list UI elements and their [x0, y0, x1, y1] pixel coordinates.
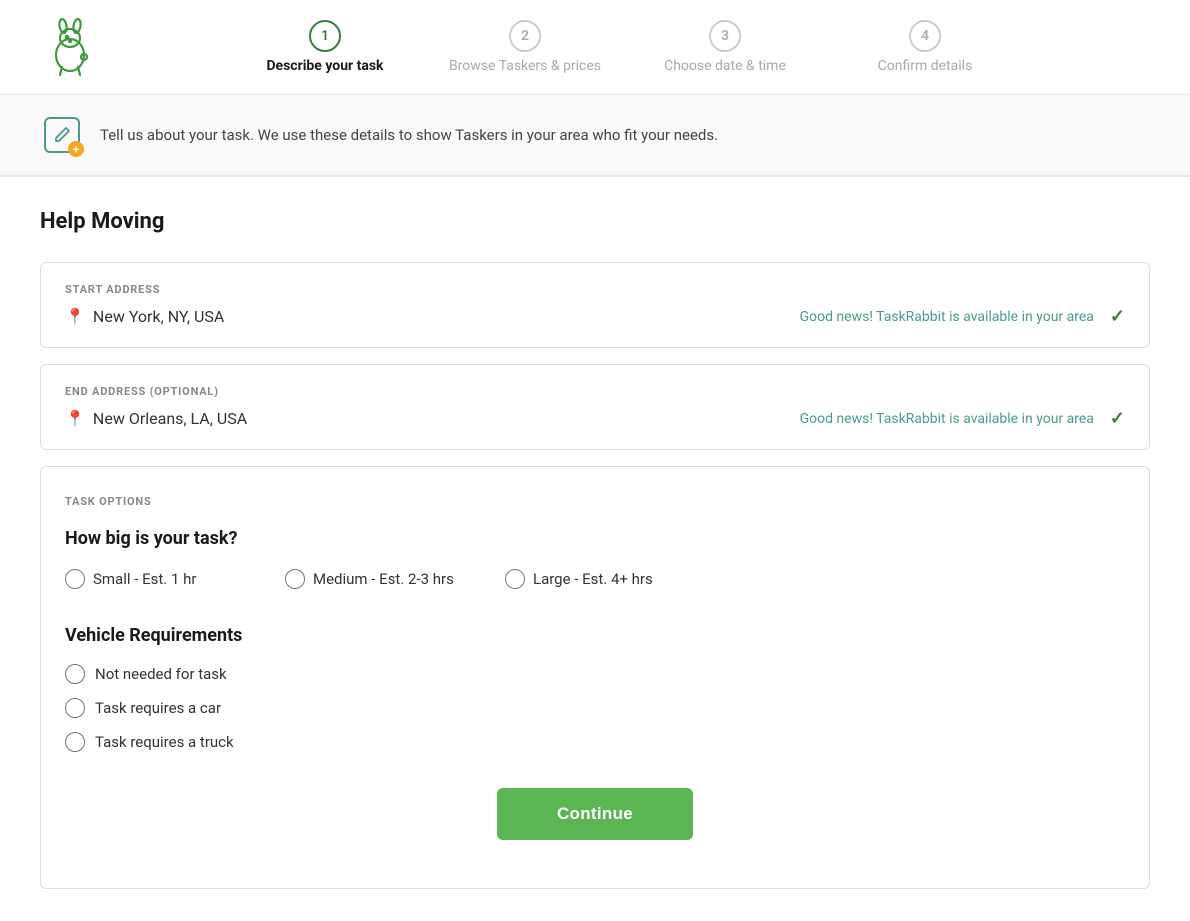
start-availability-text: Good news! TaskRabbit is available in yo… — [800, 309, 1094, 325]
start-checkmark-icon: ✓ — [1110, 306, 1125, 327]
step-1-label: Describe your task — [266, 58, 383, 74]
end-checkmark-icon: ✓ — [1110, 408, 1125, 429]
plus-badge-icon: + — [68, 141, 84, 157]
vehicle-label-none: Not needed for task — [95, 665, 227, 683]
task-options-label: TASK OPTIONS — [65, 495, 1125, 508]
step-2: 2 Browse Taskers & prices — [425, 20, 625, 74]
size-question: How big is your task? — [65, 528, 1125, 549]
end-address-value: 📍 New Orleans, LA, USA — [65, 409, 247, 428]
step-4-circle: 4 — [909, 20, 941, 52]
end-address-row: 📍 New Orleans, LA, USA Good news! TaskRa… — [65, 408, 1125, 429]
step-3: 3 Choose date & time — [625, 20, 825, 74]
start-address-value: 📍 New York, NY, USA — [65, 307, 224, 326]
info-bar: + Tell us about your task. We use these … — [0, 95, 1190, 176]
step-1: 1 Describe your task — [225, 20, 425, 74]
start-address-row: 📍 New York, NY, USA Good news! TaskRabbi… — [65, 306, 1125, 327]
taskrabbit-logo[interactable] — [40, 17, 100, 77]
end-address-right: Good news! TaskRabbit is available in yo… — [800, 408, 1125, 429]
start-address-right: Good news! TaskRabbit is available in yo… — [800, 306, 1125, 327]
start-address-label: START ADDRESS — [65, 283, 1125, 296]
size-option-large[interactable]: Large - Est. 4+ hrs — [505, 569, 725, 589]
vehicle-option-car[interactable]: Task requires a car — [65, 698, 1125, 718]
size-radio-medium[interactable] — [285, 569, 305, 589]
vehicle-option-none[interactable]: Not needed for task — [65, 664, 1125, 684]
vehicle-label-car: Task requires a car — [95, 699, 221, 717]
step-2-label: Browse Taskers & prices — [449, 58, 601, 74]
size-radio-large[interactable] — [505, 569, 525, 589]
step-2-circle: 2 — [509, 20, 541, 52]
step-3-circle: 3 — [709, 20, 741, 52]
vehicle-radio-truck[interactable] — [65, 732, 85, 752]
vehicle-label-truck: Task requires a truck — [95, 733, 234, 751]
page-title: Help Moving — [40, 209, 1150, 234]
end-address-card: END ADDRESS (OPTIONAL) 📍 New Orleans, LA… — [40, 364, 1150, 450]
start-address-card: START ADDRESS 📍 New York, NY, USA Good n… — [40, 262, 1150, 348]
vehicle-options-group: Not needed for task Task requires a car … — [65, 664, 1125, 752]
task-options-card: TASK OPTIONS How big is your task? Small… — [40, 466, 1150, 889]
pin-icon: 📍 — [65, 307, 85, 326]
continue-wrapper: Continue — [65, 788, 1125, 860]
vehicle-title: Vehicle Requirements — [65, 625, 1125, 646]
size-radio-group: Small - Est. 1 hr Medium - Est. 2-3 hrs … — [65, 569, 1125, 589]
end-availability-text: Good news! TaskRabbit is available in yo… — [800, 411, 1094, 427]
start-address-text: New York, NY, USA — [93, 307, 224, 326]
stepper: 1 Describe your task 2 Browse Taskers & … — [100, 20, 1150, 74]
continue-button[interactable]: Continue — [497, 788, 693, 840]
info-text: Tell us about your task. We use these de… — [100, 126, 718, 144]
pin-icon-end: 📍 — [65, 409, 85, 428]
step-4: 4 Confirm details — [825, 20, 1025, 74]
vehicle-radio-car[interactable] — [65, 698, 85, 718]
end-address-label: END ADDRESS (OPTIONAL) — [65, 385, 1125, 398]
vehicle-option-truck[interactable]: Task requires a truck — [65, 732, 1125, 752]
size-label-large: Large - Est. 4+ hrs — [533, 570, 653, 588]
size-label-medium: Medium - Est. 2-3 hrs — [313, 570, 454, 588]
size-option-small[interactable]: Small - Est. 1 hr — [65, 569, 285, 589]
task-icon: + — [40, 113, 84, 157]
step-3-label: Choose date & time — [664, 58, 786, 74]
header: 1 Describe your task 2 Browse Taskers & … — [0, 0, 1190, 95]
end-address-text: New Orleans, LA, USA — [93, 409, 247, 428]
vehicle-section: Vehicle Requirements Not needed for task… — [65, 625, 1125, 752]
vehicle-radio-none[interactable] — [65, 664, 85, 684]
size-radio-small[interactable] — [65, 569, 85, 589]
step-4-label: Confirm details — [878, 58, 973, 74]
size-option-medium[interactable]: Medium - Est. 2-3 hrs — [285, 569, 505, 589]
size-label-small: Small - Est. 1 hr — [93, 570, 196, 588]
step-1-circle: 1 — [309, 20, 341, 52]
main-content: Help Moving START ADDRESS 📍 New York, NY… — [0, 177, 1190, 921]
